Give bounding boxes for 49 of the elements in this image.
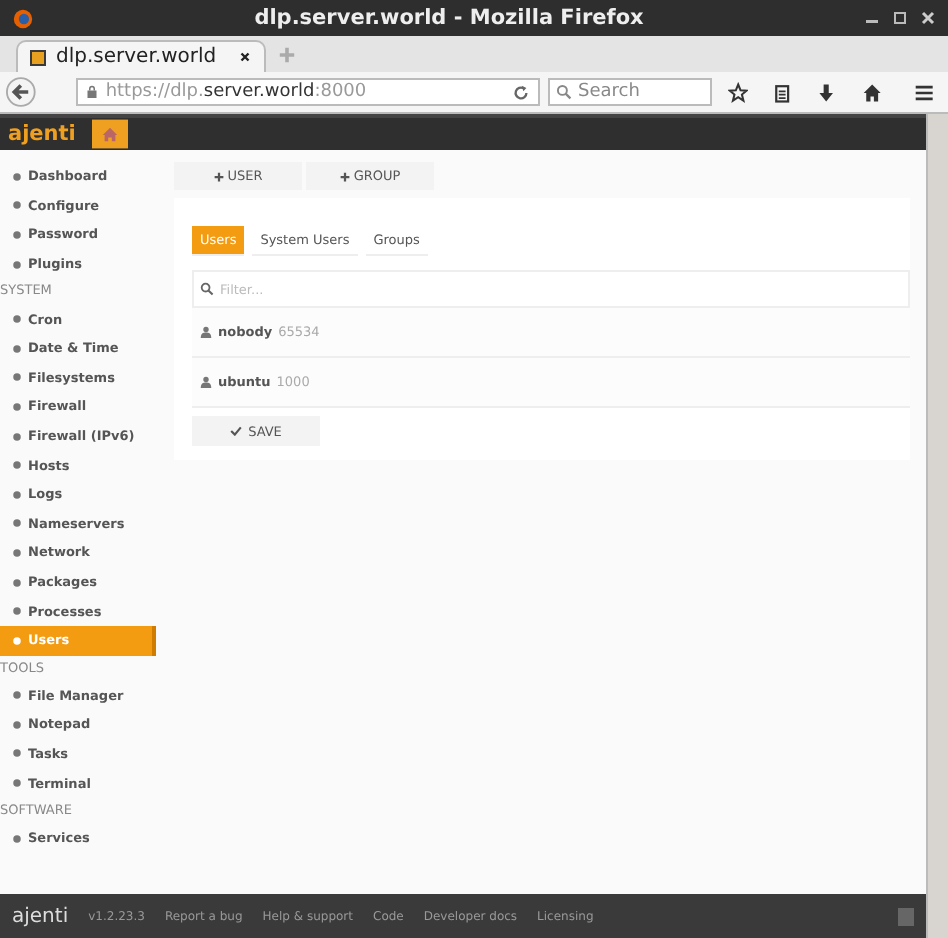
dot-icon xyxy=(12,314,22,325)
dot-icon xyxy=(12,200,22,211)
plus-icon xyxy=(213,171,224,181)
plus-icon xyxy=(339,171,350,181)
home-icon[interactable] xyxy=(91,118,128,150)
browser-tab[interactable]: dlp.server.world xyxy=(16,40,266,72)
dot-icon xyxy=(12,489,22,500)
user-icon xyxy=(200,376,212,388)
dot-icon xyxy=(12,748,22,759)
dot-icon xyxy=(12,719,22,730)
search-icon xyxy=(556,84,573,100)
dot-icon xyxy=(12,778,22,789)
search-field[interactable]: Search xyxy=(548,78,713,106)
favicon-icon xyxy=(30,49,46,65)
dot-icon xyxy=(12,635,22,646)
reload-icon[interactable] xyxy=(512,83,531,101)
check-icon xyxy=(230,426,243,436)
search-icon xyxy=(200,282,214,296)
address-bar[interactable]: https://dlp.server.world:8000 xyxy=(75,78,541,106)
dot-icon xyxy=(12,401,22,412)
close-icon[interactable] xyxy=(920,10,936,26)
dot-icon xyxy=(12,833,22,844)
user-icon xyxy=(200,326,212,338)
dot-icon xyxy=(12,606,22,617)
maximize-icon[interactable] xyxy=(892,10,908,26)
clipboard-icon[interactable] xyxy=(772,81,793,103)
app-logo[interactable]: ajenti xyxy=(0,122,92,146)
home-icon[interactable] xyxy=(861,81,882,103)
dot-icon xyxy=(12,372,22,383)
dot-icon xyxy=(12,547,22,558)
dot-icon xyxy=(12,518,22,529)
dot-icon xyxy=(12,431,22,442)
dot-icon xyxy=(12,259,22,270)
dot-icon xyxy=(12,343,22,354)
dot-icon xyxy=(12,229,22,240)
window-title: dlp.server.world - Mozilla Firefox xyxy=(252,6,646,30)
download-icon[interactable] xyxy=(816,81,838,103)
scrollbar[interactable] xyxy=(926,114,948,938)
dot-icon xyxy=(12,577,22,588)
menu-icon[interactable] xyxy=(913,81,935,103)
star-icon[interactable] xyxy=(728,81,749,103)
close-tab-icon[interactable] xyxy=(238,50,252,64)
dot-icon xyxy=(12,171,22,182)
footer-logo[interactable]: ajenti xyxy=(12,905,69,927)
back-icon[interactable] xyxy=(6,76,36,108)
browser-logo-icon xyxy=(12,7,34,29)
dot-icon xyxy=(12,460,22,471)
lock-icon xyxy=(85,84,98,100)
dot-icon xyxy=(12,690,22,701)
